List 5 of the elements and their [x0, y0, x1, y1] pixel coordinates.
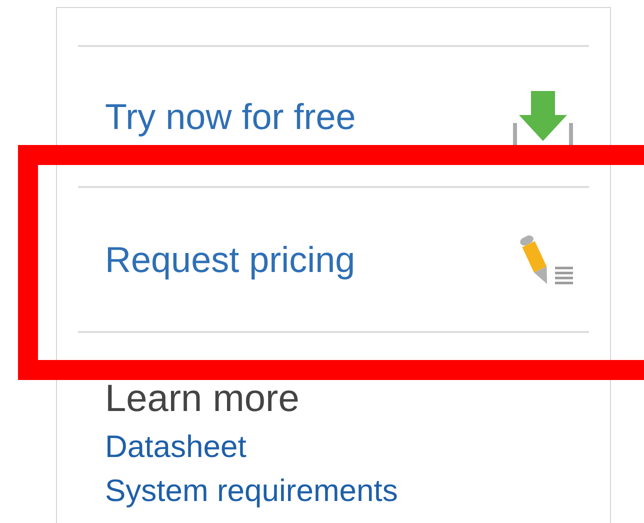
section-heading: Learn more	[105, 377, 300, 421]
action-link[interactable]: Try now for free	[105, 90, 356, 144]
learn-more-link[interactable]: Datasheet	[105, 429, 246, 465]
learn-more-link[interactable]: System requirements	[105, 473, 398, 509]
action-link[interactable]: Request pricing	[105, 232, 356, 286]
